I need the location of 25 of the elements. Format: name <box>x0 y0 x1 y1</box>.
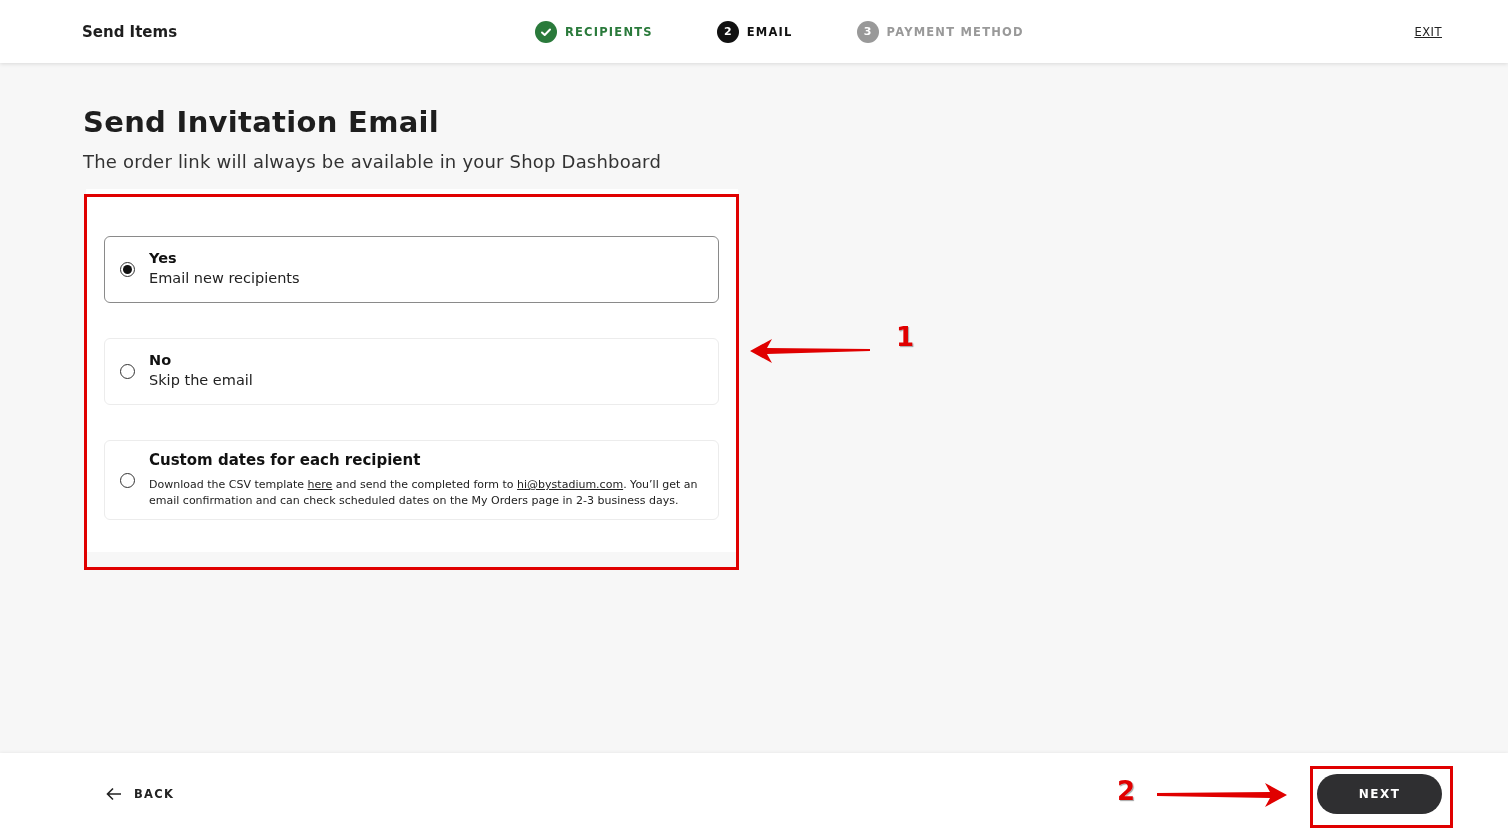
step-label: EMAIL <box>746 24 793 39</box>
step-number-annotation: 2 <box>1117 776 1136 806</box>
checkmark-icon <box>535 20 557 43</box>
option-description: Email new recipients <box>149 269 300 289</box>
step-number-annotation: 1 <box>896 322 915 352</box>
arrow-left-icon <box>106 787 122 801</box>
radio-option[interactable]: No Skip the email <box>104 338 719 405</box>
step-label: PAYMENT METHOD <box>886 24 1024 39</box>
exit-link[interactable]: EXIT <box>1414 24 1442 39</box>
option-description: Download the CSV template here and send the completed form to hi@bystadium.com. You’ll get an email confirmation and can check scheduled dates on the My Orders page in 2-3 business days. <box>149 477 699 509</box>
option-title: Custom dates for each recipient <box>149 451 422 469</box>
step-label: RECIPIENTS <box>565 24 653 39</box>
step-number: 3 <box>856 20 879 43</box>
next-button[interactable]: NEXT <box>1317 774 1442 814</box>
link[interactable]: here <box>307 478 333 491</box>
page-title: Send Items <box>82 22 179 41</box>
step-number: 2 <box>716 20 739 43</box>
option-description: Skip the email <box>149 371 253 391</box>
option-title: Yes <box>149 250 178 267</box>
back-button[interactable]: BACK <box>106 787 175 801</box>
heading: Send Invitation Email <box>83 105 440 139</box>
radio-option[interactable] <box>104 440 719 520</box>
subheading: The order link will always be available in your Shop Dashboard <box>83 151 663 172</box>
option-title: No <box>149 352 173 369</box>
radio-option[interactable]: Yes Email new recipients <box>104 236 719 303</box>
